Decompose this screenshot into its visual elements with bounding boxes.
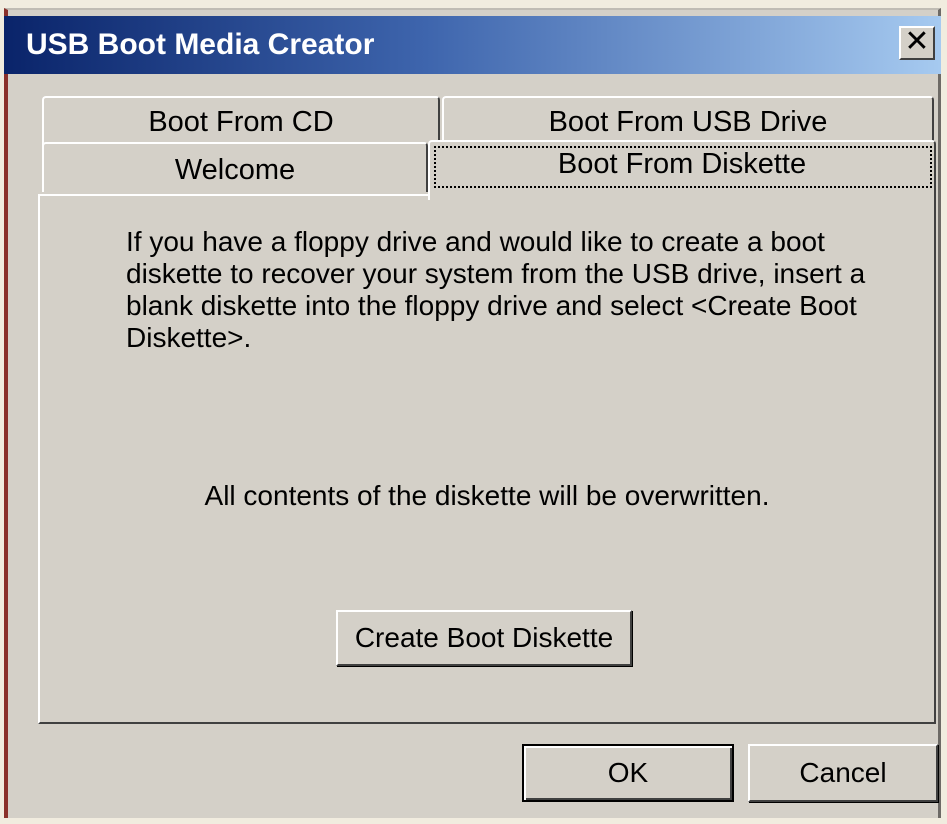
focus-rectangle: [434, 146, 932, 188]
tab-boot-from-cd[interactable]: Boot From CD: [42, 96, 440, 146]
cancel-button[interactable]: Cancel: [748, 744, 938, 802]
tab-label: Boot From CD: [148, 106, 334, 138]
overwrite-warning: All contents of the diskette will be ove…: [204, 480, 770, 511]
instructions-text: If you have a floppy drive and would lik…: [126, 226, 866, 353]
window-title: USB Boot Media Creator: [26, 28, 375, 61]
tab-boot-from-usb-drive[interactable]: Boot From USB Drive: [442, 96, 934, 146]
tab-label: Welcome: [174, 154, 296, 186]
tab-boot-from-diskette[interactable]: Boot From Diskette: [428, 140, 936, 200]
tab-panel-boot-from-diskette: If you have a floppy drive and would lik…: [38, 194, 936, 724]
create-boot-diskette-button[interactable]: Create Boot Diskette: [336, 610, 632, 666]
close-icon[interactable]: ✕: [899, 26, 935, 60]
title-bar[interactable]: USB Boot Media Creator ✕: [4, 16, 941, 74]
ok-button[interactable]: OK: [522, 744, 734, 802]
tab-label: Boot From USB Drive: [548, 106, 828, 138]
tab-welcome[interactable]: Welcome: [42, 142, 428, 192]
